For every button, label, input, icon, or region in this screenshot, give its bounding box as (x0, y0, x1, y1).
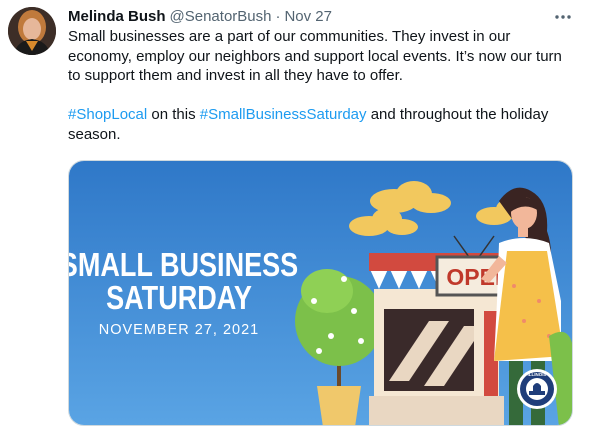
header-separator: · (275, 7, 281, 25)
state-seal-logo: ILLINOIS (517, 369, 557, 409)
tweet-paragraph-2: #ShopLocal on this #SmallBusinessSaturda… (68, 105, 573, 144)
image-date: NOVEMBER 27, 2021 (99, 322, 259, 338)
paragraph-2-text-1: on this (147, 106, 200, 124)
display-name[interactable]: Melinda Bush (68, 8, 166, 25)
tweet-header: Melinda Bush @SenatorBush · Nov 27 (68, 6, 332, 26)
tweet-text: Small businesses are a part of our commu… (68, 27, 573, 145)
image-title-line-1: SMALL BUSINESS (69, 248, 298, 284)
seal-text: ILLINOIS (528, 372, 547, 377)
avatar-photo (8, 7, 56, 55)
small-business-saturday-graphic: SMALL BUSINESS SATURDAY NOVEMBER 27, 202… (69, 161, 572, 425)
tweet-timestamp[interactable]: Nov 27 (284, 8, 332, 25)
more-horizontal-icon[interactable] (553, 7, 573, 27)
image-title-line-2: SATURDAY (106, 281, 252, 317)
avatar[interactable] (8, 7, 56, 55)
tweet-image[interactable]: SMALL BUSINESS SATURDAY NOVEMBER 27, 202… (68, 160, 573, 426)
tweet-paragraph-1: Small businesses are a part of our commu… (68, 28, 562, 85)
user-handle[interactable]: @SenatorBush (170, 8, 272, 25)
hashtag-smallbusinesssaturday[interactable]: #SmallBusinessSaturday (200, 106, 367, 123)
hashtag-shoplocal[interactable]: #ShopLocal (68, 106, 147, 123)
